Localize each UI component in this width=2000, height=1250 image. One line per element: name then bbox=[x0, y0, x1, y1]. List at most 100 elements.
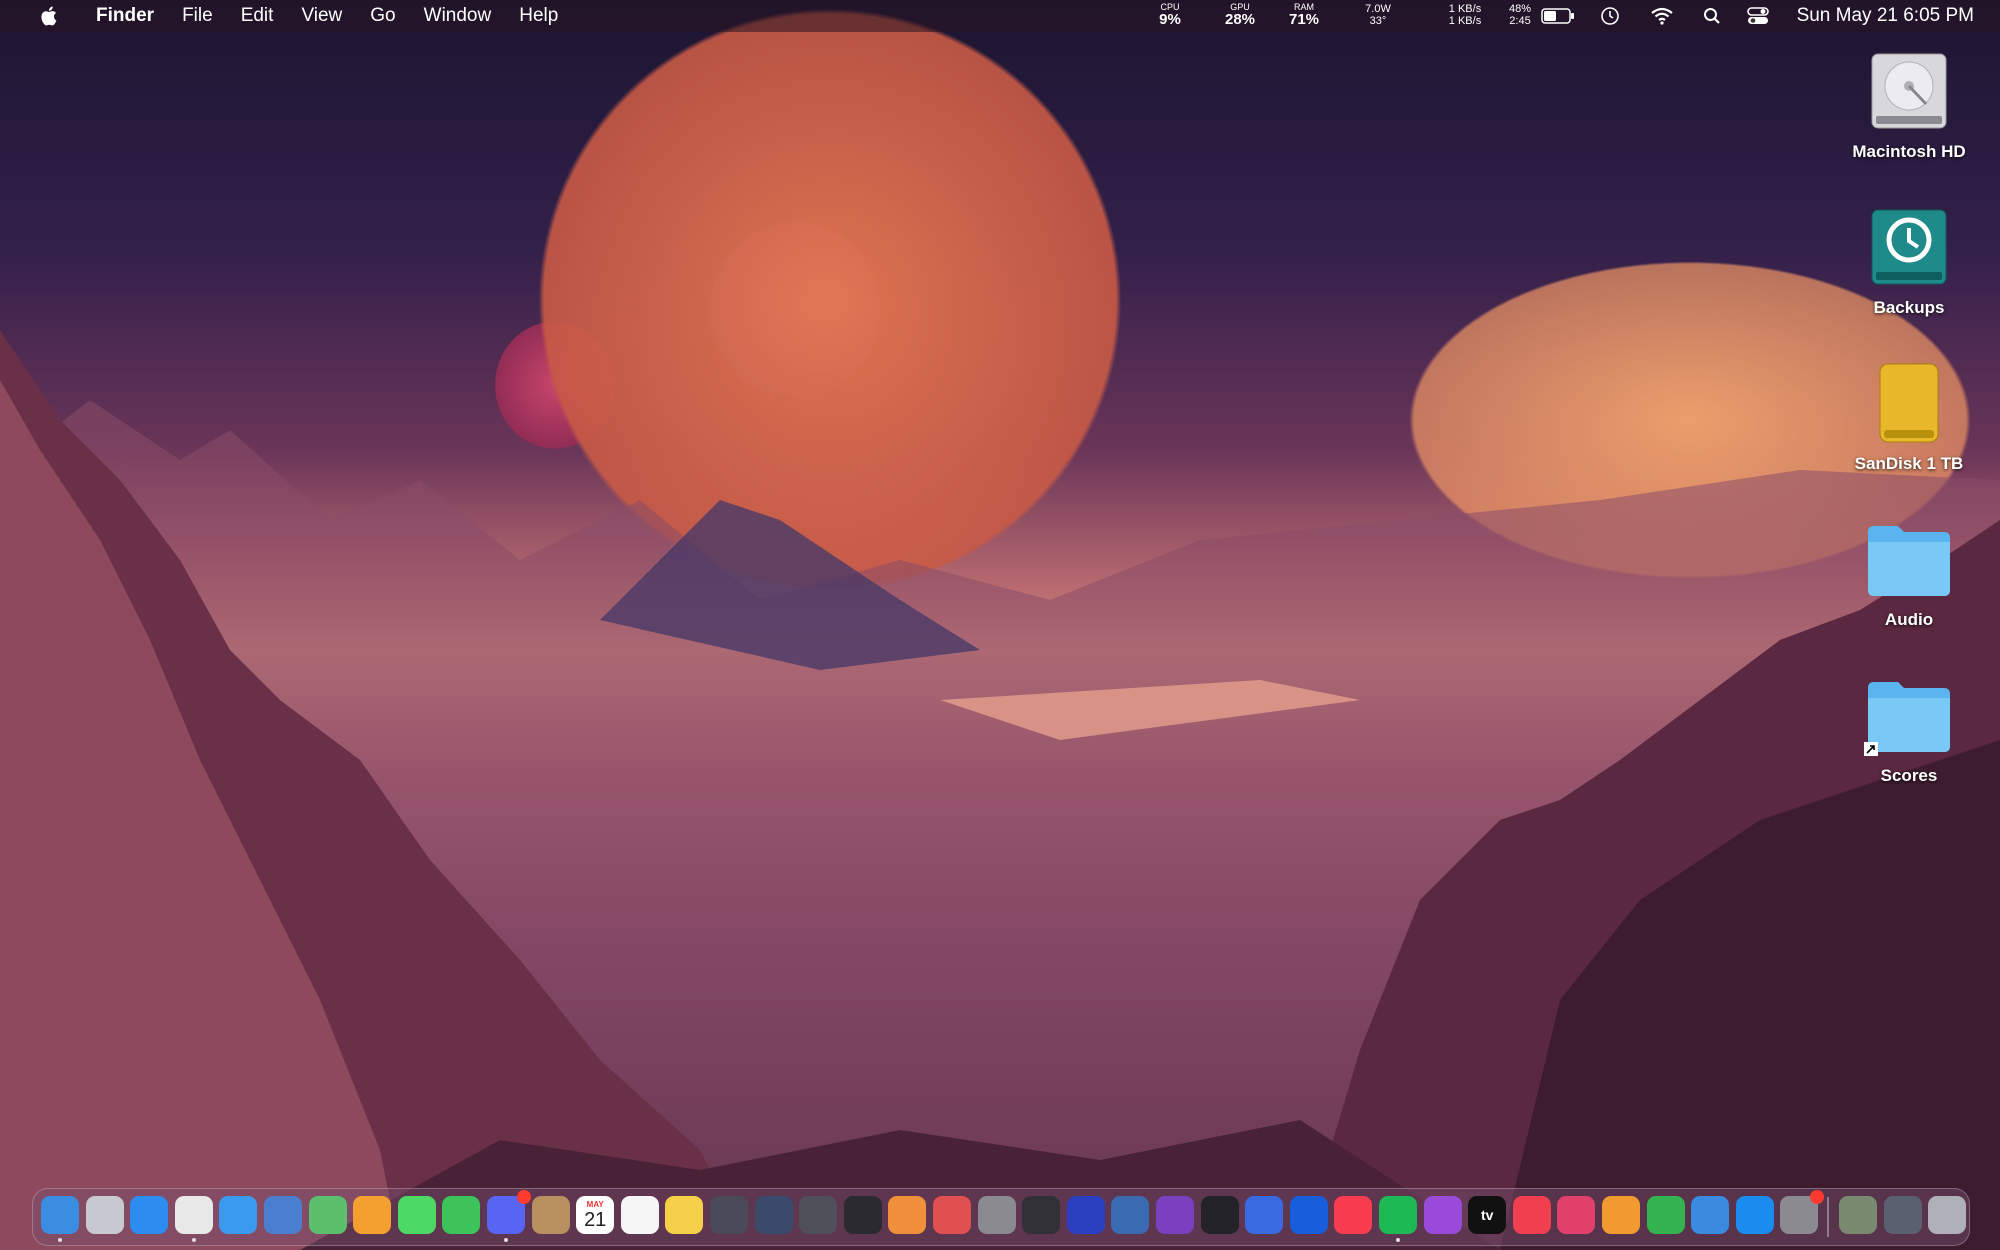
desktop-item-label: Macintosh HD bbox=[1852, 142, 1966, 161]
spotlight-search-icon[interactable] bbox=[1700, 5, 1724, 27]
music-notation-icon[interactable] bbox=[1156, 1196, 1194, 1234]
cpu-value: 9% bbox=[1159, 11, 1181, 28]
gpu-value: 28% bbox=[1224, 11, 1256, 28]
headphones-app-icon[interactable] bbox=[1066, 1196, 1105, 1234]
desktop-item-backups[interactable]: Backups bbox=[1844, 202, 1974, 318]
calendar-day: 21 bbox=[584, 1208, 607, 1231]
music-icon[interactable] bbox=[1334, 1196, 1373, 1234]
notification-badge bbox=[1810, 1190, 1825, 1204]
desktop-item-sandisk[interactable]: SanDisk 1 TB bbox=[1844, 358, 1974, 474]
activity-monitor-icon[interactable] bbox=[1200, 1196, 1239, 1234]
contacts-icon[interactable] bbox=[531, 1196, 570, 1234]
notification-badge bbox=[517, 1190, 531, 1204]
time-machine-icon[interactable] bbox=[1598, 5, 1622, 27]
time-machine-drive-icon bbox=[1864, 202, 1954, 292]
app-name-menu[interactable]: Finder bbox=[82, 5, 168, 27]
keynote-icon[interactable] bbox=[1691, 1196, 1730, 1234]
power-temp-stat[interactable]: 7.0W 33° bbox=[1356, 3, 1400, 27]
reminders-icon[interactable] bbox=[620, 1196, 659, 1234]
help-menu[interactable]: Help bbox=[505, 5, 572, 27]
gpu-stat[interactable]: GPU 28% bbox=[1218, 3, 1262, 28]
launchpad-icon[interactable] bbox=[85, 1196, 124, 1234]
waveform-icon[interactable] bbox=[1557, 1196, 1596, 1234]
desktop-wallpaper bbox=[0, 330, 2000, 1250]
numbers-icon[interactable] bbox=[1646, 1196, 1685, 1234]
power-value: 7.0W bbox=[1365, 3, 1391, 15]
davinci-resolve-icon[interactable] bbox=[710, 1196, 748, 1234]
file-menu[interactable]: File bbox=[168, 5, 227, 27]
desktop-item-label: Backups bbox=[1873, 298, 1945, 317]
cpu-stat[interactable]: CPU 9% bbox=[1152, 3, 1188, 28]
temp-value: 33° bbox=[1369, 15, 1387, 27]
desktop-item-label: Audio bbox=[1884, 610, 1934, 629]
desktop-item-macintosh-hd[interactable]: Macintosh HD bbox=[1844, 46, 1974, 162]
apple-tv-icon[interactable]: tv bbox=[1468, 1196, 1507, 1234]
screens-icon[interactable] bbox=[1245, 1196, 1284, 1234]
window-stack-icon[interactable] bbox=[1883, 1196, 1922, 1234]
running-indicator bbox=[58, 1238, 62, 1242]
pixelmator-icon[interactable] bbox=[754, 1196, 793, 1234]
calendar-icon[interactable]: MAY 21 bbox=[576, 1196, 615, 1234]
podcasts-icon[interactable] bbox=[1423, 1196, 1462, 1234]
network-stat[interactable]: 1 KB/s 1 KB/s bbox=[1440, 3, 1490, 27]
bitwarden-icon[interactable] bbox=[1289, 1196, 1328, 1234]
desktop-item-label: Scores bbox=[1880, 766, 1938, 785]
downloads-stack-icon[interactable] bbox=[1839, 1196, 1877, 1234]
battery-icon[interactable] bbox=[1540, 5, 1576, 27]
finder-icon[interactable] bbox=[41, 1196, 79, 1242]
notes-icon[interactable] bbox=[665, 1196, 704, 1234]
running-indicator bbox=[504, 1238, 508, 1242]
discord-icon[interactable] bbox=[487, 1190, 531, 1242]
desktop-item-audio[interactable]: Audio bbox=[1844, 514, 1974, 630]
ram-value: 71% bbox=[1288, 11, 1320, 28]
edit-menu[interactable]: Edit bbox=[227, 5, 288, 27]
disk-utility-icon[interactable] bbox=[977, 1196, 1016, 1234]
battery-time: 2:45 bbox=[1509, 15, 1531, 27]
net-down-value: 1 KB/s bbox=[1448, 15, 1482, 27]
sound-app-icon[interactable] bbox=[1111, 1196, 1150, 1234]
spotify-icon[interactable] bbox=[1379, 1196, 1417, 1242]
blender-icon[interactable] bbox=[888, 1196, 927, 1234]
window-menu[interactable]: Window bbox=[410, 5, 506, 27]
external-drive-icon bbox=[1864, 358, 1954, 448]
files-icon[interactable] bbox=[264, 1196, 302, 1234]
menu-bar: Finder File Edit View Go Window Help CPU… bbox=[0, 0, 2000, 32]
view-menu[interactable]: View bbox=[287, 5, 356, 27]
battery-percent: 48% bbox=[1508, 3, 1532, 15]
apple-menu-icon[interactable] bbox=[18, 5, 82, 27]
wifi-icon[interactable] bbox=[1650, 5, 1674, 27]
running-indicator bbox=[1396, 1238, 1400, 1242]
battery-stat[interactable]: 48% 2:45 bbox=[1502, 3, 1538, 27]
logic-icon[interactable] bbox=[1022, 1196, 1061, 1234]
aperture-icon[interactable] bbox=[933, 1196, 971, 1234]
go-menu[interactable]: Go bbox=[356, 5, 409, 27]
trash-icon[interactable] bbox=[1928, 1196, 1967, 1234]
photos-icon[interactable] bbox=[353, 1196, 392, 1234]
ram-stat[interactable]: RAM 71% bbox=[1284, 3, 1324, 28]
desktop-item-scores[interactable]: Scores bbox=[1844, 670, 1974, 786]
folder-alias-icon bbox=[1864, 670, 1954, 760]
hard-drive-icon bbox=[1864, 46, 1954, 136]
chrome-icon[interactable] bbox=[174, 1196, 213, 1242]
obs-icon[interactable] bbox=[843, 1196, 882, 1234]
desktop-item-label: SanDisk 1 TB bbox=[1854, 454, 1964, 473]
net-up-value: 1 KB/s bbox=[1448, 3, 1482, 15]
safari-icon[interactable] bbox=[130, 1196, 169, 1234]
calendar-month: MAY bbox=[586, 1199, 604, 1209]
mail-icon[interactable] bbox=[219, 1196, 258, 1234]
app-store-icon[interactable] bbox=[1735, 1196, 1774, 1234]
pages-icon[interactable] bbox=[1602, 1196, 1640, 1234]
system-settings-icon[interactable] bbox=[1780, 1190, 1825, 1234]
folder-icon bbox=[1864, 514, 1954, 604]
messages-icon[interactable] bbox=[397, 1196, 436, 1234]
running-indicator bbox=[191, 1238, 196, 1242]
news-icon[interactable] bbox=[1512, 1196, 1551, 1234]
facetime-icon[interactable] bbox=[442, 1196, 481, 1234]
control-center-icon[interactable] bbox=[1746, 5, 1770, 27]
menubar-clock[interactable]: Sun May 21 6:05 PM bbox=[1797, 5, 1974, 27]
compressor-icon[interactable] bbox=[799, 1196, 838, 1234]
maps-icon[interactable] bbox=[308, 1196, 347, 1234]
tv-label: tv bbox=[1480, 1207, 1494, 1223]
dock-separator bbox=[1827, 1197, 1829, 1237]
dock: MAY 21 tv bbox=[32, 1188, 1970, 1246]
